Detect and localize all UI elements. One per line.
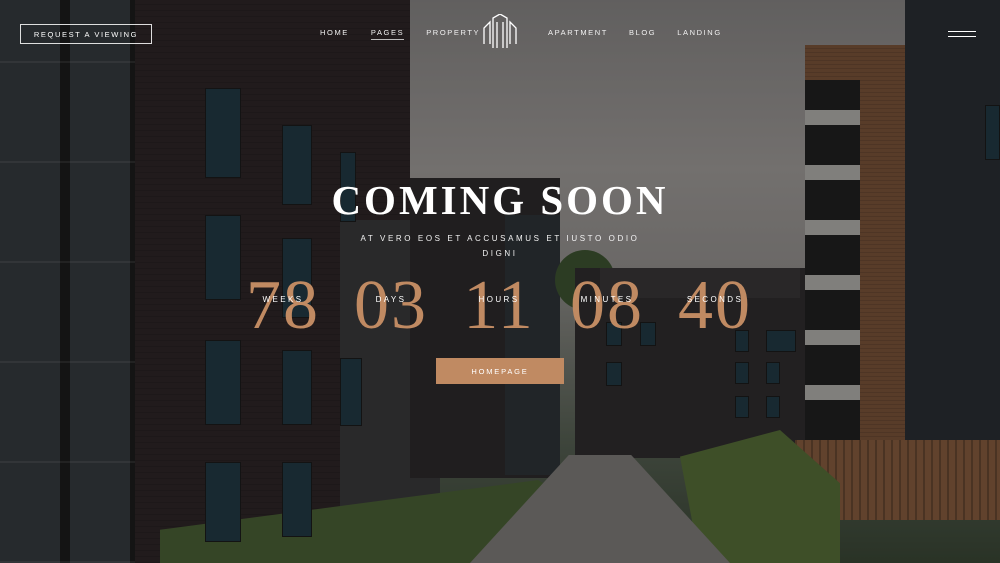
countdown-weeks: 78 Weeks <box>228 262 338 352</box>
countdown-days: 03 Days <box>336 262 446 352</box>
countdown-value: 40 <box>678 267 752 344</box>
nav-item-landing[interactable]: Landing <box>677 28 722 37</box>
main-nav-right: Apartment Blog Landing <box>548 28 722 37</box>
homepage-button[interactable]: Homepage <box>436 358 564 384</box>
countdown-value: 11 <box>463 267 535 344</box>
main-nav-left: Home Pages Property <box>320 28 480 40</box>
request-viewing-button[interactable]: Request a viewing <box>20 24 152 44</box>
countdown-value: 78 <box>246 267 320 344</box>
page-title: Coming Soon <box>331 177 669 223</box>
nav-item-pages[interactable]: Pages <box>370 28 405 40</box>
countdown-hours: 11 Hours <box>444 262 554 352</box>
countdown-label: Weeks <box>262 295 304 304</box>
nav-item-property[interactable]: Property <box>426 28 480 40</box>
countdown-label: Hours <box>478 295 520 304</box>
countdown-minutes: 08 Minutes <box>552 262 662 352</box>
nav-item-apartment[interactable]: Apartment <box>548 28 608 37</box>
menu-line <box>948 31 976 32</box>
page-subtitle: At vero eos et accusamus et iusto odio d… <box>360 234 640 258</box>
countdown-label: Minutes <box>580 295 634 304</box>
countdown-label: Days <box>375 295 407 304</box>
nav-item-blog[interactable]: Blog <box>629 28 656 37</box>
hamburger-menu-icon[interactable] <box>948 31 976 38</box>
countdown-value: 08 <box>570 267 644 344</box>
countdown-timer: 78 Weeks 03 Days 11 Hours 08 Minutes 40 … <box>0 262 1000 352</box>
building-logo-icon[interactable] <box>480 14 520 52</box>
countdown-seconds: 40 Seconds <box>660 262 770 352</box>
countdown-value: 03 <box>354 267 428 344</box>
nav-item-home[interactable]: Home <box>320 28 349 40</box>
menu-line <box>948 36 976 37</box>
countdown-label: Seconds <box>686 295 744 304</box>
